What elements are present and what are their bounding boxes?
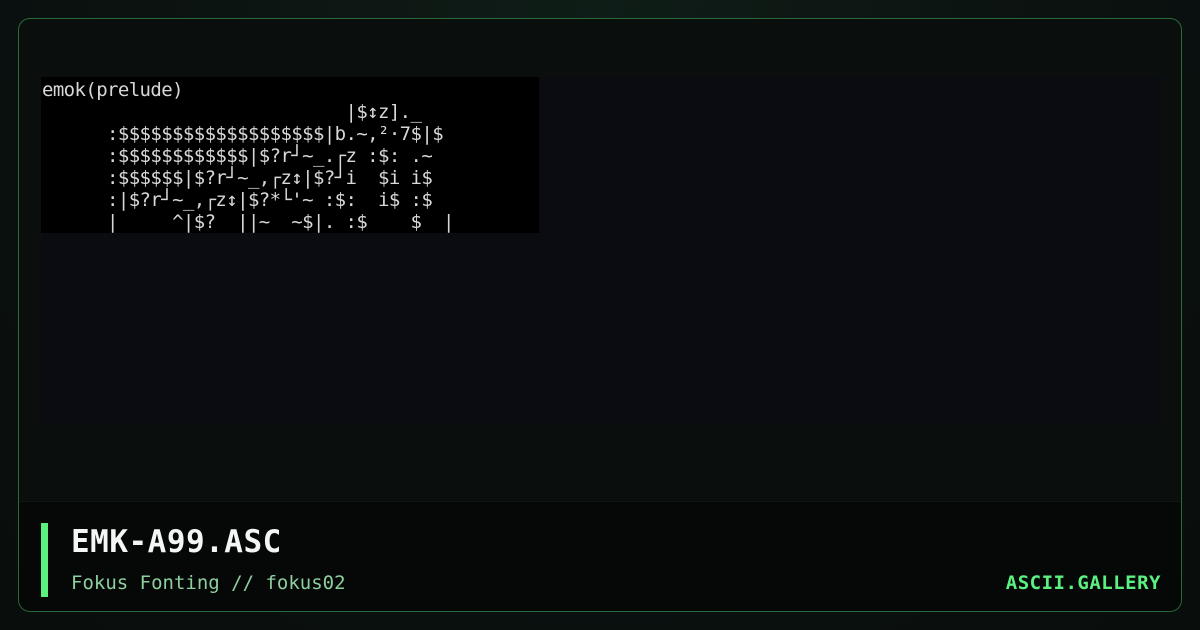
card-frame: emok(prelude) |$↕z]._ :$$$$$$$$$$$$$$$$$…	[18, 18, 1182, 612]
accent-bar	[41, 523, 48, 597]
site-brand-link[interactable]: ASCII.GALLERY	[1006, 572, 1161, 594]
ascii-viewer: emok(prelude) |$↕z]._ :$$$$$$$$$$$$$$$$$…	[41, 77, 1161, 425]
ascii-art-text: emok(prelude) |$↕z]._ :$$$$$$$$$$$$$$$$$…	[42, 79, 454, 233]
author-subtitle: Fokus Fonting // fokus02	[71, 572, 346, 594]
page: emok(prelude) |$↕z]._ :$$$$$$$$$$$$$$$$$…	[0, 0, 1200, 630]
file-title: EMK-A99.ASC	[71, 524, 282, 560]
ascii-art-preview: emok(prelude) |$↕z]._ :$$$$$$$$$$$$$$$$$…	[41, 77, 539, 233]
footer: EMK-A99.ASC Fokus Fonting // fokus02 ASC…	[19, 501, 1181, 611]
